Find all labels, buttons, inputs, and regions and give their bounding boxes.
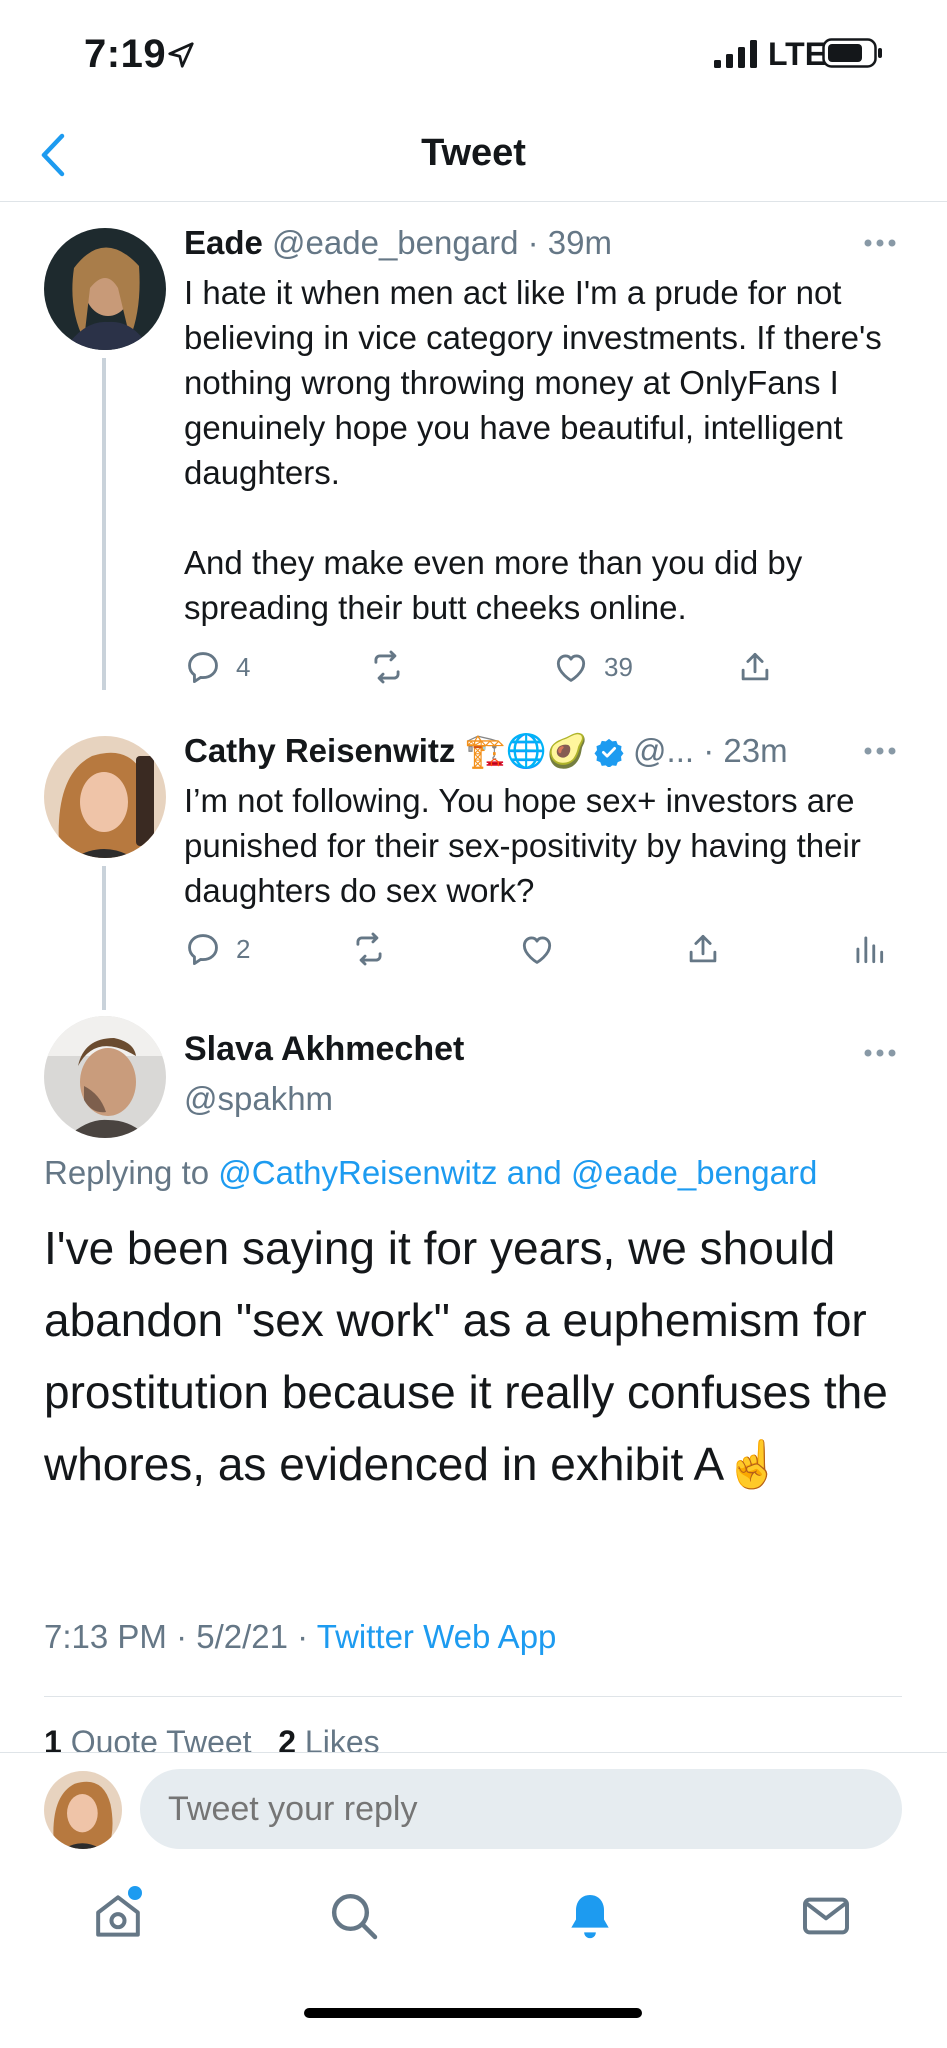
battery-icon (822, 38, 882, 68)
replying-user-link[interactable]: @eade_bengard (571, 1154, 817, 1191)
retweet-button[interactable] (350, 930, 388, 968)
tweet-source-link[interactable]: Twitter Web App (317, 1618, 557, 1655)
name-emojis: 🏗️🌐🥑 (464, 732, 588, 769)
more-icon[interactable] (863, 238, 897, 248)
handle[interactable]: @... (633, 732, 694, 769)
heart-icon (522, 936, 552, 964)
tweet-time: 7:13 PM (44, 1618, 167, 1655)
search-icon[interactable] (326, 1888, 382, 1944)
retweet-icon (356, 932, 382, 966)
replying-prefix: Replying to (44, 1154, 210, 1191)
tweet-date: 5/2/21 (196, 1618, 288, 1655)
status-bar: 7:19 LTE (0, 0, 947, 110)
location-arrow-icon (168, 42, 194, 68)
display-name[interactable]: Slava Akhmechet (184, 1030, 464, 1069)
tweet-text: I hate it when men act like I'm a prude … (184, 274, 882, 626)
likes-label: Likes (304, 1724, 380, 1754)
analytics-button[interactable] (850, 930, 888, 968)
share-button[interactable] (736, 648, 774, 686)
engagement-counts: 1 Quote Tweet 2 Likes (44, 1724, 380, 1754)
quote-count: 1 (44, 1724, 62, 1754)
verified-badge-icon (594, 738, 624, 767)
reply-count: 2 (236, 933, 251, 964)
tweet-text: I’m not following. You hope sex+ investo… (184, 782, 871, 909)
nav-header: Tweet (0, 110, 947, 202)
like-button[interactable] (518, 930, 556, 968)
tweet-actions: 4 39 (184, 648, 804, 692)
handle[interactable]: @spakhm (184, 1080, 333, 1118)
network-type: LTE (768, 36, 827, 72)
tweet-header: Cathy Reisenwitz 🏗️🌐🥑 @... · 23m (184, 732, 788, 771)
timestamp: · 23m (703, 732, 788, 769)
share-button[interactable] (684, 930, 722, 968)
replying-and[interactable]: and (507, 1154, 562, 1191)
reply-icon (188, 652, 218, 683)
more-icon[interactable] (863, 1048, 897, 1058)
avatar[interactable] (44, 228, 166, 350)
thread-line (102, 866, 106, 1010)
likes-link[interactable]: 2 Likes (278, 1724, 379, 1754)
retweet-button[interactable] (368, 648, 406, 686)
mail-icon[interactable] (798, 1888, 854, 1944)
pointing-up-emoji: ☝️ (724, 1438, 782, 1490)
tab-bar (0, 1868, 947, 2048)
handle[interactable]: @eade_bengard (272, 224, 518, 261)
display-name[interactable]: Cathy Reisenwitz (184, 732, 455, 769)
signal-icon (714, 40, 757, 68)
more-icon[interactable] (863, 746, 897, 756)
new-tweets-dot (128, 1886, 142, 1900)
tweet-actions: 2 (184, 930, 904, 974)
quote-label: Quote Tweet (70, 1724, 252, 1754)
timestamp: · 39m (527, 224, 612, 261)
replying-user-link[interactable]: @CathyReisenwitz (218, 1154, 497, 1191)
status-time: 7:19 (84, 32, 167, 76)
heart-icon (556, 654, 586, 682)
divider (44, 1696, 902, 1697)
home-indicator (304, 2008, 642, 2018)
reply-input[interactable] (140, 1769, 902, 1849)
reply-bar (0, 1752, 947, 1868)
reply-count: 4 (236, 651, 251, 682)
thread-line (102, 358, 106, 690)
tweet-header: Eade @eade_bengard · 39m (184, 224, 612, 262)
bell-icon[interactable] (562, 1888, 618, 1944)
tweet-meta: 7:13 PM · 5/2/21 · Twitter Web App (44, 1618, 557, 1655)
avatar[interactable] (44, 1771, 122, 1849)
like-button[interactable]: 39 (552, 648, 633, 686)
main-tweet-text: I've been saying it for years, we should… (44, 1212, 914, 1500)
reply-button[interactable]: 2 (184, 930, 250, 968)
replying-to: Replying to @CathyReisenwitz and @eade_b… (44, 1154, 817, 1192)
quote-tweets-link[interactable]: 1 Quote Tweet (44, 1724, 252, 1754)
like-count: 39 (604, 651, 633, 682)
likes-count: 2 (278, 1724, 297, 1754)
avatar[interactable] (44, 736, 166, 858)
reply-icon (188, 934, 218, 965)
share-icon (689, 934, 717, 963)
share-icon (741, 652, 769, 681)
reply-button[interactable]: 4 (184, 648, 250, 686)
analytics-icon (856, 936, 884, 964)
avatar[interactable] (44, 1016, 166, 1138)
display-name[interactable]: Eade (184, 224, 263, 261)
retweet-icon (374, 650, 400, 684)
page-title: Tweet (421, 132, 526, 174)
